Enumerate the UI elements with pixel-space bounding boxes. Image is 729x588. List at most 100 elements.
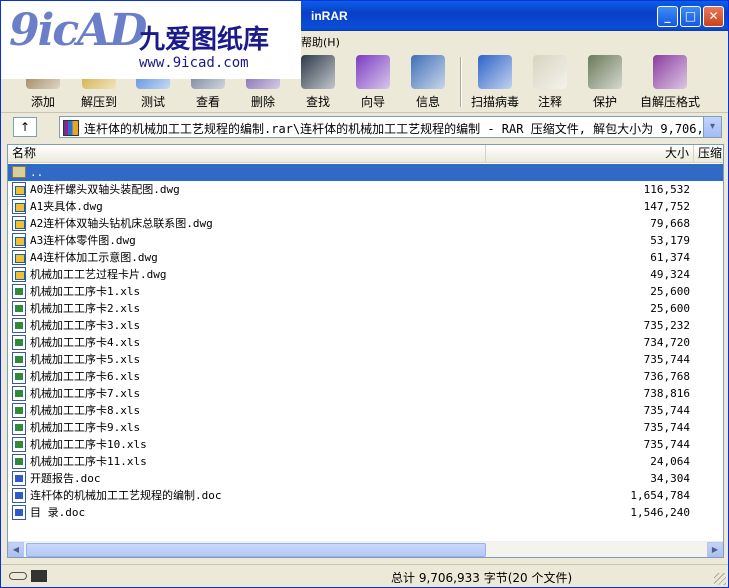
file-row[interactable]: A0连杆螺头双轴头装配图.dwg 116,532 — [8, 181, 723, 198]
file-size: 735,232 — [643, 319, 690, 332]
xls-file-icon — [12, 420, 26, 435]
file-row[interactable]: 机械加工工序卡7.xls 738,816 — [8, 385, 723, 402]
file-name: A1夹具体.dwg — [30, 200, 103, 213]
minimize-button[interactable]: _ — [657, 6, 678, 27]
file-row[interactable]: 机械加工工艺过程卡片.dwg 49,324 — [8, 266, 723, 283]
file-name: 机械加工工序卡6.xls — [30, 370, 141, 383]
wizard-label: 向导 — [360, 95, 385, 109]
file-row[interactable]: 机械加工工序卡1.xls 25,600 — [8, 283, 723, 300]
info-icon — [411, 55, 445, 89]
file-row[interactable]: 机械加工工序卡3.xls 735,232 — [8, 317, 723, 334]
file-size: 1,654,784 — [630, 489, 690, 502]
file-size: 738,816 — [643, 387, 690, 400]
file-size: 735,744 — [643, 438, 690, 451]
find-label: 查找 — [305, 95, 330, 109]
file-name: 机械加工工序卡3.xls — [30, 319, 141, 332]
file-row[interactable]: A2连杆体双轴头钻机床总联系图.dwg 79,668 — [8, 215, 723, 232]
file-size: 736,768 — [643, 370, 690, 383]
sfx-button[interactable]: 自解压格式 — [637, 55, 703, 111]
file-list[interactable]: 名称 大小 压缩 .. A0连杆螺头双轴头装配图.dwg 116,532 A1夹具体.… — [7, 144, 724, 558]
file-size: 24,064 — [650, 455, 690, 468]
find-icon — [301, 55, 335, 89]
path-combobox[interactable]: 连杆体的机械加工工艺规程的编制.rar\连杆体的机械加工工艺规程的编制 - RA… — [59, 116, 722, 138]
file-row[interactable]: 机械加工工序卡9.xls 735,744 — [8, 419, 723, 436]
file-name: A3连杆体零件图.dwg — [30, 234, 136, 247]
file-size: 25,600 — [650, 285, 690, 298]
file-row[interactable]: 机械加工工序卡8.xls 735,744 — [8, 402, 723, 419]
file-name: 机械加工工序卡4.xls — [30, 336, 141, 349]
wizard-button[interactable]: 向导 — [343, 55, 403, 111]
file-name: 机械加工工序卡7.xls — [30, 387, 141, 400]
folder-up-icon — [12, 166, 26, 178]
maximize-button[interactable]: □ — [680, 6, 701, 27]
file-size: 53,179 — [650, 234, 690, 247]
file-size: 734,720 — [643, 336, 690, 349]
chevron-down-icon[interactable]: ▾ — [703, 117, 721, 137]
scroll-left-arrow[interactable]: ◀ — [8, 542, 24, 557]
window-title: inRAR — [311, 9, 348, 23]
doc-file-icon — [12, 471, 26, 486]
file-row[interactable]: 机械加工工序卡11.xls 24,064 — [8, 453, 723, 470]
file-row[interactable]: 机械加工工序卡4.xls 734,720 — [8, 334, 723, 351]
file-size: 61,374 — [650, 251, 690, 264]
logo-text: 九爱图纸库 — [139, 25, 270, 55]
horizontal-scrollbar[interactable]: ◀ ▶ — [8, 541, 723, 557]
file-row[interactable]: .. — [8, 164, 723, 181]
file-size: 25,600 — [650, 302, 690, 315]
resize-grip[interactable] — [714, 573, 726, 585]
close-button[interactable]: ✕ — [703, 6, 724, 27]
protect-button[interactable]: 保护 — [575, 55, 635, 111]
watermark-logo: 9icAD 九爱图纸库 www.9icad.com — [1, 1, 301, 79]
add-label: 添加 — [30, 95, 55, 109]
file-size: 147,752 — [643, 200, 690, 213]
file-row[interactable]: A4连杆体加工示意图.dwg 61,374 — [8, 249, 723, 266]
column-size-header[interactable]: 大小 — [486, 145, 694, 163]
xls-file-icon — [12, 284, 26, 299]
file-row[interactable]: 机械加工工序卡5.xls 735,744 — [8, 351, 723, 368]
file-row[interactable]: 连杆体的机械加工工艺规程的编制.doc 1,654,784 — [8, 487, 723, 504]
file-row[interactable]: 机械加工工序卡6.xls 736,768 — [8, 368, 723, 385]
dwg-file-icon — [12, 216, 26, 231]
extract-to-label: 解压到 — [80, 95, 117, 109]
file-name: 机械加工工艺过程卡片.dwg — [30, 268, 167, 281]
file-row[interactable]: 机械加工工序卡10.xls 735,744 — [8, 436, 723, 453]
file-row[interactable]: 开题报告.doc 34,304 — [8, 470, 723, 487]
file-size: 735,744 — [643, 404, 690, 417]
column-name-header[interactable]: 名称 — [8, 145, 486, 163]
column-packed-header[interactable]: 压缩 — [694, 145, 723, 163]
winrar-window: inRAR _ □ ✕ 9icAD 九爱图纸库 www.9icad.com 帮助… — [0, 0, 729, 588]
menu-help[interactable]: 帮助(H) — [301, 34, 340, 50]
up-folder-button[interactable]: ↑ — [13, 117, 37, 137]
comment-button[interactable]: 注释 — [520, 55, 580, 111]
xls-file-icon — [12, 403, 26, 418]
dwg-file-icon — [12, 267, 26, 282]
virus-scan-button[interactable]: 扫描病毒 — [465, 55, 525, 111]
xls-file-icon — [12, 386, 26, 401]
scroll-thumb[interactable] — [26, 543, 486, 557]
file-row[interactable]: A1夹具体.dwg 147,752 — [8, 198, 723, 215]
file-row[interactable]: 机械加工工序卡2.xls 25,600 — [8, 300, 723, 317]
file-size: 116,532 — [643, 183, 690, 196]
file-name: 开题报告.doc — [30, 472, 101, 485]
info-button[interactable]: 信息 — [398, 55, 458, 111]
sfx-icon — [653, 55, 687, 89]
file-size: 735,744 — [643, 353, 690, 366]
scroll-right-arrow[interactable]: ▶ — [707, 542, 723, 557]
file-row[interactable]: 目 录.doc 1,546,240 — [8, 504, 723, 521]
dwg-file-icon — [12, 199, 26, 214]
address-bar: ↑ 连杆体的机械加工工艺规程的编制.rar\连杆体的机械加工工艺规程的编制 - … — [1, 114, 728, 140]
doc-file-icon — [12, 505, 26, 520]
xls-file-icon — [12, 437, 26, 452]
xls-file-icon — [12, 369, 26, 384]
list-header: 名称 大小 压缩 — [8, 145, 723, 163]
file-row[interactable]: A3连杆体零件图.dwg 53,179 — [8, 232, 723, 249]
file-size: 49,324 — [650, 268, 690, 281]
dwg-file-icon — [12, 233, 26, 248]
protect-label: 保护 — [592, 95, 617, 109]
virus-scan-label: 扫描病毒 — [470, 95, 519, 109]
file-size: 735,744 — [643, 421, 690, 434]
file-size: 34,304 — [650, 472, 690, 485]
logo-url: www.9icad.com — [139, 55, 249, 71]
file-name: A0连杆螺头双轴头装配图.dwg — [30, 183, 180, 196]
xls-file-icon — [12, 335, 26, 350]
